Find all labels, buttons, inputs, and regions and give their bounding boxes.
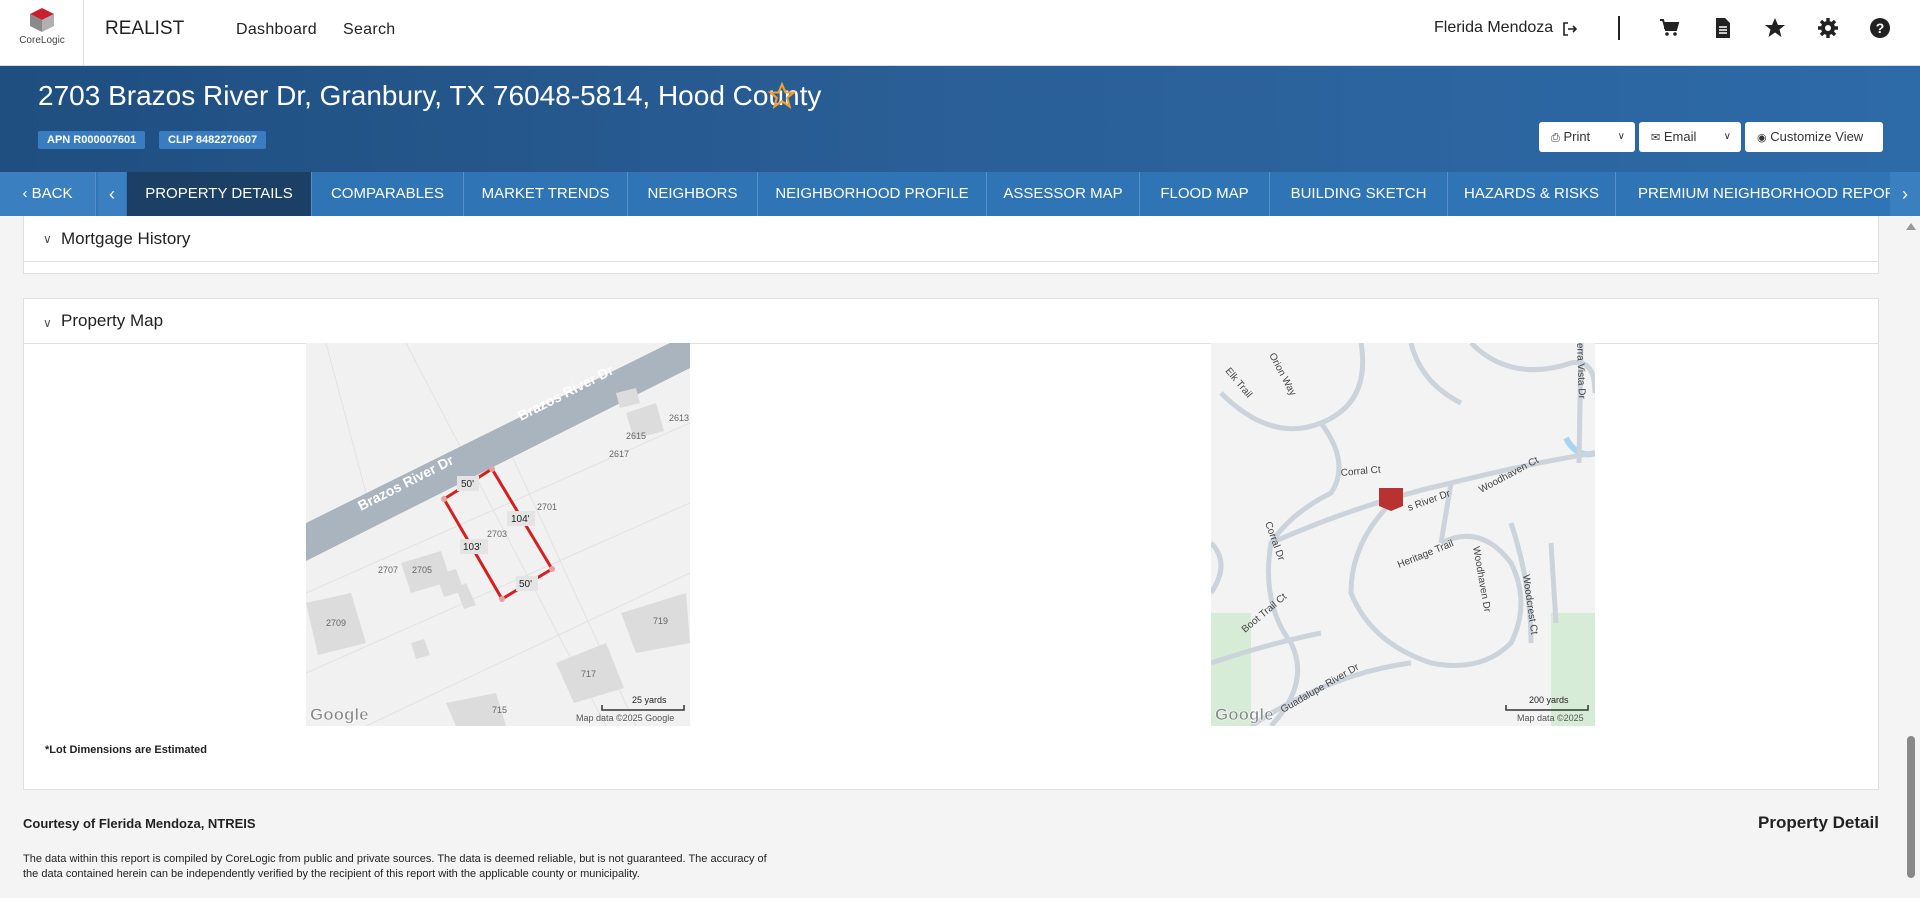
chevron-down-icon: ∨ bbox=[43, 232, 52, 246]
favorites-star-icon[interactable] bbox=[1764, 17, 1786, 39]
logo-cube-icon bbox=[30, 8, 54, 32]
app-name: REALIST bbox=[105, 18, 185, 39]
logout-icon[interactable] bbox=[1562, 21, 1578, 37]
map-attribution: Map data ©2025 Google bbox=[576, 713, 674, 723]
tabs-scroll-right-icon[interactable]: › bbox=[1890, 172, 1920, 216]
lot-number: 2705 bbox=[412, 565, 432, 575]
street-map[interactable]: Elk Trail Orion Way erra Vista Dr Corral… bbox=[1211, 343, 1595, 726]
user-name[interactable]: Flerida Mendoza bbox=[1434, 19, 1553, 37]
map-attribution: Map data ©2025 bbox=[1517, 713, 1584, 723]
nav-dashboard[interactable]: Dashboard bbox=[236, 21, 317, 39]
tab-premium-neighborhood-report[interactable]: PREMIUM NEIGHBORHOOD REPORT bbox=[1616, 172, 1894, 216]
nav-search[interactable]: Search bbox=[343, 21, 396, 39]
print-button[interactable]: ⎙ Print ∨ bbox=[1539, 122, 1635, 152]
document-icon[interactable] bbox=[1712, 17, 1734, 39]
lot-dimensions-note: *Lot Dimensions are Estimated bbox=[45, 744, 207, 756]
lot-dimension: 103' bbox=[463, 542, 482, 553]
courtesy-text: Courtesy of Flerida Mendoza, NTREIS bbox=[23, 816, 256, 831]
lot-dimension: 50' bbox=[461, 479, 474, 490]
google-logo: Google bbox=[310, 705, 369, 724]
gear-icon[interactable] bbox=[1817, 17, 1839, 39]
tab-property-details[interactable]: PROPERTY DETAILS bbox=[127, 172, 312, 216]
tab-flood-map[interactable]: FLOOD MAP bbox=[1140, 172, 1270, 216]
svg-text:?: ? bbox=[1876, 20, 1885, 36]
customize-view-button[interactable]: ◉ Customize View bbox=[1745, 122, 1883, 152]
tab-bar: ‹ BACK ‹ PROPERTY DETAILS COMPARABLES MA… bbox=[0, 172, 1920, 216]
tab-building-sketch[interactable]: BUILDING SKETCH bbox=[1270, 172, 1448, 216]
divider bbox=[1618, 16, 1620, 40]
parcel-map[interactable]: Brazos River Dr Brazos River Dr 50' 104'… bbox=[306, 343, 690, 726]
printer-icon: ⎙ bbox=[1551, 132, 1560, 144]
scroll-up-arrow-icon[interactable] bbox=[1902, 220, 1920, 234]
property-address: 2703 Brazos River Dr, Granbury, TX 76048… bbox=[38, 80, 822, 111]
customize-label: Customize View bbox=[1770, 129, 1864, 144]
email-label: Email bbox=[1663, 129, 1697, 144]
chevron-left-icon: ‹ bbox=[22, 185, 28, 202]
tabs-scroll-left-icon[interactable]: ‹ bbox=[98, 172, 126, 216]
lot-number: 2617 bbox=[609, 449, 629, 459]
lot-number: 2615 bbox=[626, 431, 646, 441]
google-logo: Google bbox=[1215, 705, 1274, 724]
logo-text: CoreLogic bbox=[19, 35, 65, 46]
tab-assessor-map[interactable]: ASSESSOR MAP bbox=[987, 172, 1140, 216]
tab-comparables[interactable]: COMPARABLES bbox=[312, 172, 464, 216]
lot-number: 2613 bbox=[669, 413, 689, 423]
property-header: 2703 Brazos River Dr, Granbury, TX 76048… bbox=[0, 66, 1920, 172]
tab-hazards-risks[interactable]: HAZARDS & RISKS bbox=[1448, 172, 1616, 216]
section-title: Property Map bbox=[61, 311, 164, 330]
map-scale-label: 25 yards bbox=[632, 695, 667, 705]
chevron-down-icon: ∨ bbox=[1723, 131, 1731, 142]
lot-number: 2701 bbox=[537, 502, 557, 512]
lot-number: 717 bbox=[581, 669, 596, 679]
envelope-icon: ✉ bbox=[1651, 132, 1661, 144]
top-bar: CoreLogic REALIST Dashboard Search Fleri… bbox=[0, 0, 1920, 66]
back-label: BACK bbox=[31, 185, 73, 202]
corelogic-logo[interactable]: CoreLogic bbox=[0, 0, 84, 66]
lot-number: 2709 bbox=[326, 618, 346, 628]
map-scale-label: 200 yards bbox=[1529, 695, 1569, 705]
street-map-canvas: Elk Trail Orion Way erra Vista Dr Corral… bbox=[1211, 343, 1595, 726]
street-label: erra Vista Dr bbox=[1574, 343, 1587, 400]
chevron-down-icon: ∨ bbox=[1617, 131, 1625, 142]
print-label: Print bbox=[1563, 129, 1591, 144]
lot-number: 2707 bbox=[378, 565, 398, 575]
eye-icon: ◉ bbox=[1757, 132, 1767, 144]
lot-dimension: 50' bbox=[519, 579, 532, 590]
back-button[interactable]: ‹ BACK bbox=[0, 172, 96, 216]
favorite-star-icon[interactable] bbox=[768, 82, 796, 110]
email-button[interactable]: ✉ Email ∨ bbox=[1639, 122, 1741, 152]
tab-neighbors[interactable]: NEIGHBORS bbox=[628, 172, 758, 216]
clip-badge: CLIP 8482270607 bbox=[159, 131, 267, 149]
disclaimer-text: The data within this report is compiled … bbox=[23, 853, 767, 880]
tab-market-trends[interactable]: MARKET TRENDS bbox=[464, 172, 628, 216]
help-icon[interactable]: ? bbox=[1869, 17, 1891, 39]
report-type-label: Property Detail bbox=[1758, 813, 1879, 832]
cart-icon[interactable] bbox=[1658, 17, 1680, 39]
lot-dimension: 104' bbox=[511, 514, 530, 525]
lot-number: 719 bbox=[653, 616, 668, 626]
property-map-panel: ∨ Property Map bbox=[23, 298, 1879, 790]
section-title: Mortgage History bbox=[61, 229, 191, 248]
mortgage-history-panel: ∨ Mortgage History bbox=[23, 216, 1879, 274]
apn-badge: APN R000007601 bbox=[38, 131, 146, 149]
lot-number: 715 bbox=[492, 705, 507, 715]
lot-number: 2703 bbox=[487, 529, 507, 539]
tab-neighborhood-profile[interactable]: NEIGHBORHOOD PROFILE bbox=[758, 172, 987, 216]
property-map-header[interactable]: ∨ Property Map bbox=[24, 299, 1878, 344]
mortgage-history-header[interactable]: ∨ Mortgage History bbox=[24, 216, 1878, 262]
chevron-down-icon: ∨ bbox=[43, 316, 52, 330]
scrollbar-thumb[interactable] bbox=[1907, 736, 1915, 878]
parcel-map-canvas: Brazos River Dr Brazos River Dr 50' 104'… bbox=[306, 343, 690, 726]
